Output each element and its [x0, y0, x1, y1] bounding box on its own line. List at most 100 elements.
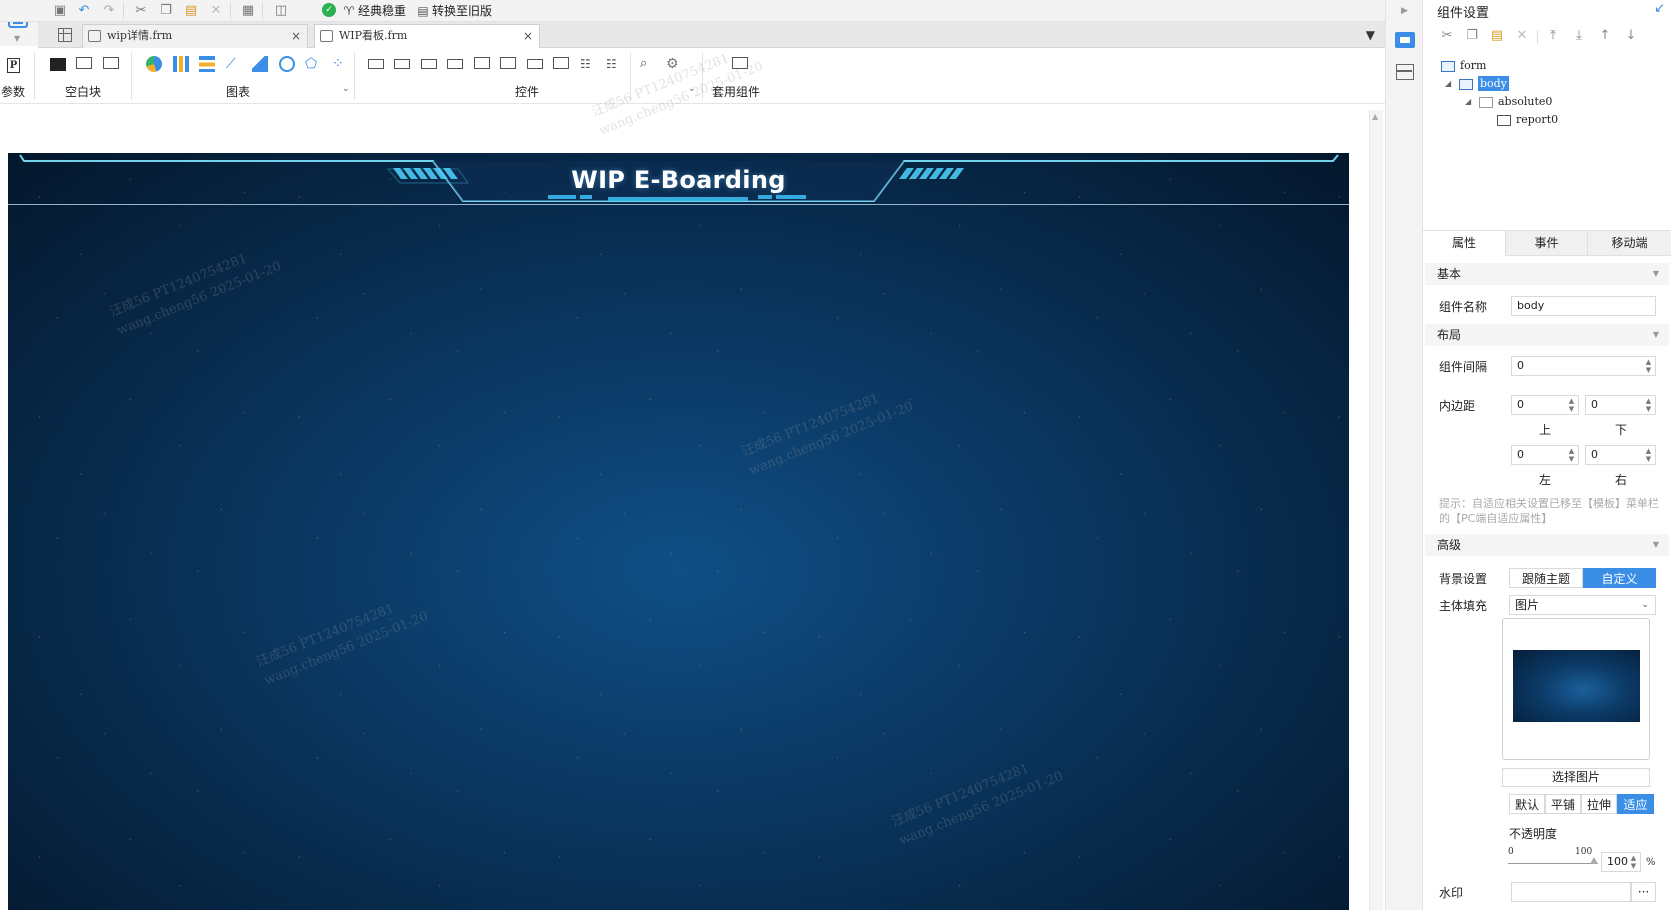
chevron-right-icon[interactable]: ▶: [1401, 6, 1408, 16]
line-chart-icon[interactable]: ⟋: [226, 56, 242, 72]
tab-menu-icon[interactable]: ▼: [1366, 28, 1375, 42]
search-widget-icon[interactable]: ⌕: [640, 56, 656, 72]
copy-icon[interactable]: ❐: [158, 3, 174, 19]
padding-top-input[interactable]: 0 ▲ ▼: [1511, 395, 1579, 415]
tab-events[interactable]: 事件: [1505, 231, 1587, 256]
pin-icon[interactable]: ↙: [1654, 1, 1665, 16]
preview-icon[interactable]: ◫: [273, 3, 289, 19]
label-widget-icon[interactable]: [394, 59, 410, 69]
close-icon[interactable]: ×: [291, 25, 301, 47]
watermark-input[interactable]: [1511, 882, 1631, 902]
tab-wip-detail[interactable]: wip详情.frm ×: [82, 24, 308, 48]
section-layout[interactable]: 布局 ▼: [1425, 324, 1669, 346]
paste-icon[interactable]: ▤: [183, 3, 199, 19]
opacity-slider-thumb[interactable]: [1590, 857, 1598, 864]
mode-stretch-button[interactable]: 拉伸: [1581, 794, 1617, 814]
vertical-scrollbar[interactable]: ▲: [1369, 110, 1383, 910]
copy-icon[interactable]: ❐: [1464, 28, 1480, 44]
fill-value: 图片: [1515, 598, 1540, 612]
cut-icon[interactable]: ✂: [133, 3, 149, 19]
watermark-more-button[interactable]: ···: [1631, 882, 1656, 902]
expand-icon[interactable]: ◢: [1465, 94, 1471, 110]
opacity-slider-track[interactable]: [1508, 863, 1598, 864]
delete-icon[interactable]: ✕: [1514, 28, 1530, 44]
gauge-chart-icon[interactable]: [279, 56, 295, 72]
bg-custom-button[interactable]: 自定义: [1583, 568, 1656, 588]
calendar-widget-icon[interactable]: [500, 57, 516, 69]
move-down-icon[interactable]: ↓: [1623, 28, 1639, 44]
template-component-icon[interactable]: [732, 57, 748, 69]
classic-theme-button[interactable]: ♈ 经典稳重: [342, 3, 406, 19]
tree-node-form[interactable]: form: [1441, 58, 1486, 74]
tab-properties[interactable]: 属性: [1423, 231, 1505, 256]
component-settings-tab-icon[interactable]: [1395, 32, 1415, 48]
choose-image-button[interactable]: 选择图片: [1502, 768, 1650, 787]
padding-right-input[interactable]: 0 ▲ ▼: [1585, 445, 1656, 465]
template-icon[interactable]: ▦: [240, 3, 256, 19]
blank-group-label: 空白块: [65, 85, 102, 99]
date-widget-icon[interactable]: [474, 57, 490, 69]
dashboard-title[interactable]: WIP E-Boarding: [8, 166, 1349, 194]
chevron-down-icon[interactable]: ⌄: [342, 84, 350, 94]
stepper-icon[interactable]: ▲ ▼: [1644, 358, 1653, 374]
radar-chart-icon[interactable]: ⬠: [305, 56, 321, 72]
layout-tab-icon[interactable]: [1396, 64, 1414, 80]
stepper-icon[interactable]: ▲ ▼: [1644, 397, 1653, 413]
undo-icon[interactable]: ↶: [76, 3, 92, 19]
button-widget-icon[interactable]: [368, 59, 384, 69]
paste-icon[interactable]: ▤: [1489, 28, 1505, 44]
save-icon[interactable]: ▣: [52, 3, 68, 19]
radio-widget-icon[interactable]: ☷: [580, 56, 596, 72]
tree-node-body[interactable]: ◢ body: [1445, 76, 1509, 92]
opacity-input[interactable]: 100 ▲ ▼: [1601, 852, 1641, 872]
expand-icon[interactable]: ◢: [1445, 76, 1451, 92]
stepper-icon[interactable]: ▲ ▼: [1567, 397, 1576, 413]
close-icon[interactable]: ×: [523, 25, 533, 47]
bar-chart-icon[interactable]: [173, 56, 189, 72]
stepper-icon[interactable]: ▲ ▼: [1644, 447, 1653, 463]
redo-icon[interactable]: ↷: [101, 3, 117, 19]
move-up-icon[interactable]: ↑: [1597, 28, 1613, 44]
scatter-chart-icon[interactable]: ⁘: [332, 56, 348, 72]
stepper-icon[interactable]: ▲ ▼: [1629, 854, 1638, 870]
pie-chart-icon[interactable]: [146, 56, 162, 72]
stepper-icon[interactable]: ▲ ▼: [1567, 447, 1576, 463]
checkbox-widget-icon[interactable]: ☷: [606, 56, 622, 72]
section-advanced[interactable]: 高级 ▼: [1425, 534, 1669, 556]
grid-block-icon[interactable]: [103, 57, 119, 69]
gap-input[interactable]: 0 ▲ ▼: [1511, 356, 1656, 376]
padding-bottom-input[interactable]: 0 ▲ ▼: [1585, 395, 1656, 415]
delete-icon[interactable]: ✕: [208, 3, 224, 19]
mode-default-button[interactable]: 默认: [1509, 794, 1545, 814]
dropdown-widget-icon[interactable]: [447, 59, 463, 69]
fill-select[interactable]: 图片 ⌄: [1509, 595, 1656, 615]
number-widget-icon[interactable]: [527, 59, 543, 69]
area-chart-icon[interactable]: [252, 56, 268, 72]
textarea-widget-icon[interactable]: [553, 57, 569, 69]
padding-left-input[interactable]: 0 ▲ ▼: [1511, 445, 1579, 465]
tree-node-report[interactable]: report0: [1497, 112, 1558, 128]
tree-node-absolute[interactable]: ◢ absolute0: [1465, 94, 1552, 110]
grid-icon[interactable]: [58, 28, 72, 42]
split-block-icon[interactable]: [76, 57, 92, 69]
mode-fit-button[interactable]: 适应: [1617, 794, 1654, 814]
tab-mobile[interactable]: 移动端: [1587, 231, 1671, 256]
chevron-up-icon[interactable]: ▲: [1372, 112, 1378, 121]
convert-old-version-button[interactable]: ▤ 转换至旧版: [416, 3, 492, 19]
gear-icon[interactable]: ⚙: [666, 56, 682, 72]
horizontal-bar-icon[interactable]: [199, 56, 215, 72]
param-icon[interactable]: P: [7, 58, 20, 73]
cut-icon[interactable]: ✂: [1439, 28, 1455, 44]
chevron-down-icon[interactable]: ⌄: [688, 84, 696, 94]
bg-follow-theme-button[interactable]: 跟随主题: [1509, 568, 1583, 588]
mode-tile-button[interactable]: 平铺: [1545, 794, 1581, 814]
section-basic[interactable]: 基本 ▼: [1425, 263, 1669, 285]
tab-wip-board[interactable]: WIP看板.frm ×: [314, 24, 540, 48]
dashboard-canvas[interactable]: WIP E-Boarding: [8, 153, 1349, 910]
move-bottom-icon[interactable]: ⤓: [1571, 28, 1587, 44]
text-widget-icon[interactable]: [421, 59, 437, 69]
check-icon[interactable]: ✓: [322, 3, 336, 17]
move-top-icon[interactable]: ⤒: [1545, 28, 1561, 44]
blank-block-icon[interactable]: [50, 58, 66, 71]
component-name-input[interactable]: body: [1511, 296, 1656, 316]
